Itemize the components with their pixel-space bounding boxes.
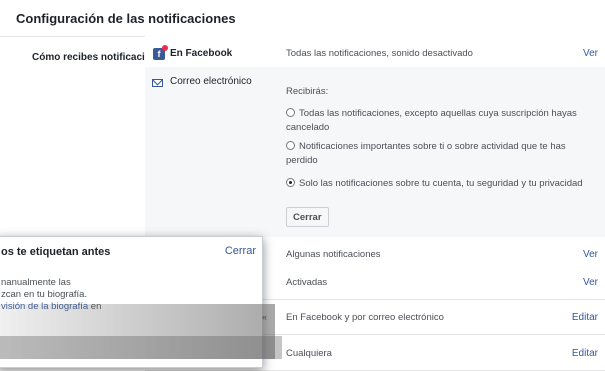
row-value: En Facebook y por correo electrónico xyxy=(286,312,444,323)
email-option-label: Solo las notificaciones sobre tu cuenta,… xyxy=(299,178,583,189)
email-option-label: Notificaciones importantes sobre ti o so… xyxy=(286,141,566,166)
facebook-label: En Facebook xyxy=(170,48,233,59)
facebook-notifications-row: f En Facebook Todas las notificaciones, … xyxy=(145,36,605,71)
popover-title: os te etiquetan antes xyxy=(1,246,111,258)
row-value: Cualquiera xyxy=(286,348,332,359)
popover-shadow-overlay xyxy=(0,336,282,359)
facebook-value: Todas las notificaciones, sonido desacti… xyxy=(286,48,473,59)
radio-button[interactable] xyxy=(286,141,295,150)
popover-text-line: zcan en tu biografía. xyxy=(1,289,88,300)
email-label: Correo electrónico xyxy=(170,76,252,87)
popover-text-line: nanualmente las xyxy=(1,277,71,288)
chevron-icon: « xyxy=(262,312,268,322)
envelope-icon xyxy=(152,79,163,87)
email-option-all[interactable]: Todas las notificaciones, excepto aquell… xyxy=(286,107,598,135)
email-option-label: Todas las notificaciones, excepto aquell… xyxy=(286,108,577,133)
close-button[interactable]: Cerrar xyxy=(286,207,329,227)
edit-link[interactable]: Editar xyxy=(572,312,598,323)
settings-header: Configuración de las notificaciones xyxy=(0,0,605,37)
edit-link[interactable]: Editar xyxy=(572,348,598,359)
radio-button-selected[interactable] xyxy=(286,178,295,187)
view-link[interactable]: Ver xyxy=(583,249,598,260)
view-link[interactable]: Ver xyxy=(583,277,598,288)
email-option-important[interactable]: Notificaciones importantes sobre ti o so… xyxy=(286,140,598,168)
receive-label: Recibirás: xyxy=(286,86,329,97)
popover-close-link[interactable]: Cerrar xyxy=(225,245,256,257)
radio-button[interactable] xyxy=(286,108,295,117)
row-value: Algunas notificaciones xyxy=(286,249,381,260)
row-value: Activadas xyxy=(286,277,328,288)
page-title: Configuración de las notificaciones xyxy=(16,11,236,26)
facebook-view-link[interactable]: Ver xyxy=(583,48,598,59)
facebook-notifications-icon: f xyxy=(153,45,168,60)
email-option-account-only[interactable]: Solo las notificaciones sobre tu cuenta,… xyxy=(286,177,598,191)
email-settings-panel: Correo electrónico Recibirás: Todas las … xyxy=(145,67,605,238)
